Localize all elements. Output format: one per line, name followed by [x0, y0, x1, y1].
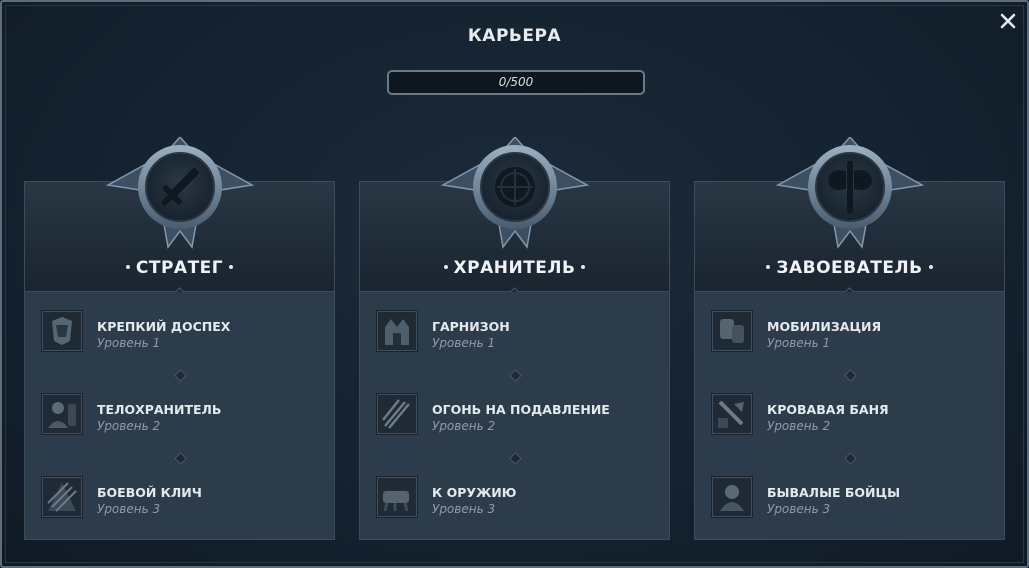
- bodyguard-icon: [41, 393, 83, 435]
- list-item[interactable]: БЫВАЛЫЕ БОЙЦЫ Уровень 3: [695, 458, 1004, 540]
- skill-name: ТЕЛОХРАНИТЕЛЬ: [97, 402, 222, 417]
- career-path-conqueror: ЗАВОЕВАТЕЛЬ МОБИЛИЗАЦИЯ Уровень 1 КРОВАВ…: [694, 135, 1005, 540]
- bloodbath-icon: [711, 393, 753, 435]
- sword-icon: [105, 135, 255, 253]
- skill-name: БЫВАЛЫЕ БОЙЦЫ: [767, 485, 901, 500]
- career-path-strategist: СТРАТЕГ КРЕПКИЙ ДОСПЕХ Уровень 1 ТЕЛОХРА…: [24, 135, 335, 540]
- skill-name: КРОВАВАЯ БАНЯ: [767, 402, 889, 417]
- skill-name: ОГОНЬ НА ПОДАВЛЕНИЕ: [432, 402, 610, 417]
- double-axe-icon: [775, 135, 925, 253]
- to-arms-icon: [376, 476, 418, 518]
- list-item[interactable]: КРЕПКИЙ ДОСПЕХ Уровень 1: [25, 292, 334, 374]
- list-item[interactable]: ОГОНЬ НА ПОДАВЛЕНИЕ Уровень 2: [360, 375, 669, 457]
- skill-name: МОБИЛИЗАЦИЯ: [767, 319, 882, 334]
- skill-level: Уровень 2: [97, 419, 161, 433]
- list-item[interactable]: ТЕЛОХРАНИТЕЛЬ Уровень 2: [25, 375, 334, 457]
- skill-name: ГАРНИЗОН: [432, 319, 510, 334]
- close-icon[interactable]: [999, 12, 1017, 30]
- career-progress-bar: 0/500: [387, 70, 645, 95]
- list-item[interactable]: КРОВАВАЯ БАНЯ Уровень 2: [695, 375, 1004, 457]
- skill-level: Уровень 3: [97, 502, 161, 516]
- list-item[interactable]: ГАРНИЗОН Уровень 1: [360, 292, 669, 374]
- shield-icon: [440, 135, 590, 253]
- skill-level: Уровень 2: [767, 419, 831, 433]
- progress-text: 0/500: [498, 75, 534, 89]
- armor-icon: [41, 310, 83, 352]
- garrison-icon: [376, 310, 418, 352]
- skill-name: К ОРУЖИЮ: [432, 485, 517, 500]
- career-path-title: СТРАТЕГ: [25, 258, 334, 278]
- window-title: КАРЬЕРА: [467, 26, 562, 46]
- skill-level: Уровень 3: [432, 502, 496, 516]
- veteran-fighters-icon: [711, 476, 753, 518]
- career-path-guardian: ХРАНИТЕЛЬ ГАРНИЗОН Уровень 1 ОГОНЬ НА ПО…: [359, 135, 670, 540]
- career-path-title: ХРАНИТЕЛЬ: [360, 258, 669, 278]
- battle-cry-icon: [41, 476, 83, 518]
- skill-list: ГАРНИЗОН Уровень 1 ОГОНЬ НА ПОДАВЛЕНИЕ У…: [359, 292, 670, 540]
- skill-level: Уровень 1: [767, 336, 831, 350]
- mobilization-icon: [711, 310, 753, 352]
- career-window: КАРЬЕРА 0/500 СТРАТЕГ КРЕПКИЙ ДОСПЕХ Уро…: [0, 0, 1029, 568]
- skill-level: Уровень 3: [767, 502, 831, 516]
- skill-level: Уровень 2: [432, 419, 496, 433]
- skill-level: Уровень 1: [97, 336, 161, 350]
- list-item[interactable]: БОЕВОЙ КЛИЧ Уровень 3: [25, 458, 334, 540]
- list-item[interactable]: МОБИЛИЗАЦИЯ Уровень 1: [695, 292, 1004, 374]
- skill-level: Уровень 1: [432, 336, 496, 350]
- list-item[interactable]: К ОРУЖИЮ Уровень 3: [360, 458, 669, 540]
- career-path-title: ЗАВОЕВАТЕЛЬ: [695, 258, 1004, 278]
- skill-name: КРЕПКИЙ ДОСПЕХ: [97, 319, 231, 334]
- suppressing-fire-icon: [376, 393, 418, 435]
- skill-list: КРЕПКИЙ ДОСПЕХ Уровень 1 ТЕЛОХРАНИТЕЛЬ У…: [24, 292, 335, 540]
- skill-list: МОБИЛИЗАЦИЯ Уровень 1 КРОВАВАЯ БАНЯ Уров…: [694, 292, 1005, 540]
- skill-name: БОЕВОЙ КЛИЧ: [97, 485, 202, 500]
